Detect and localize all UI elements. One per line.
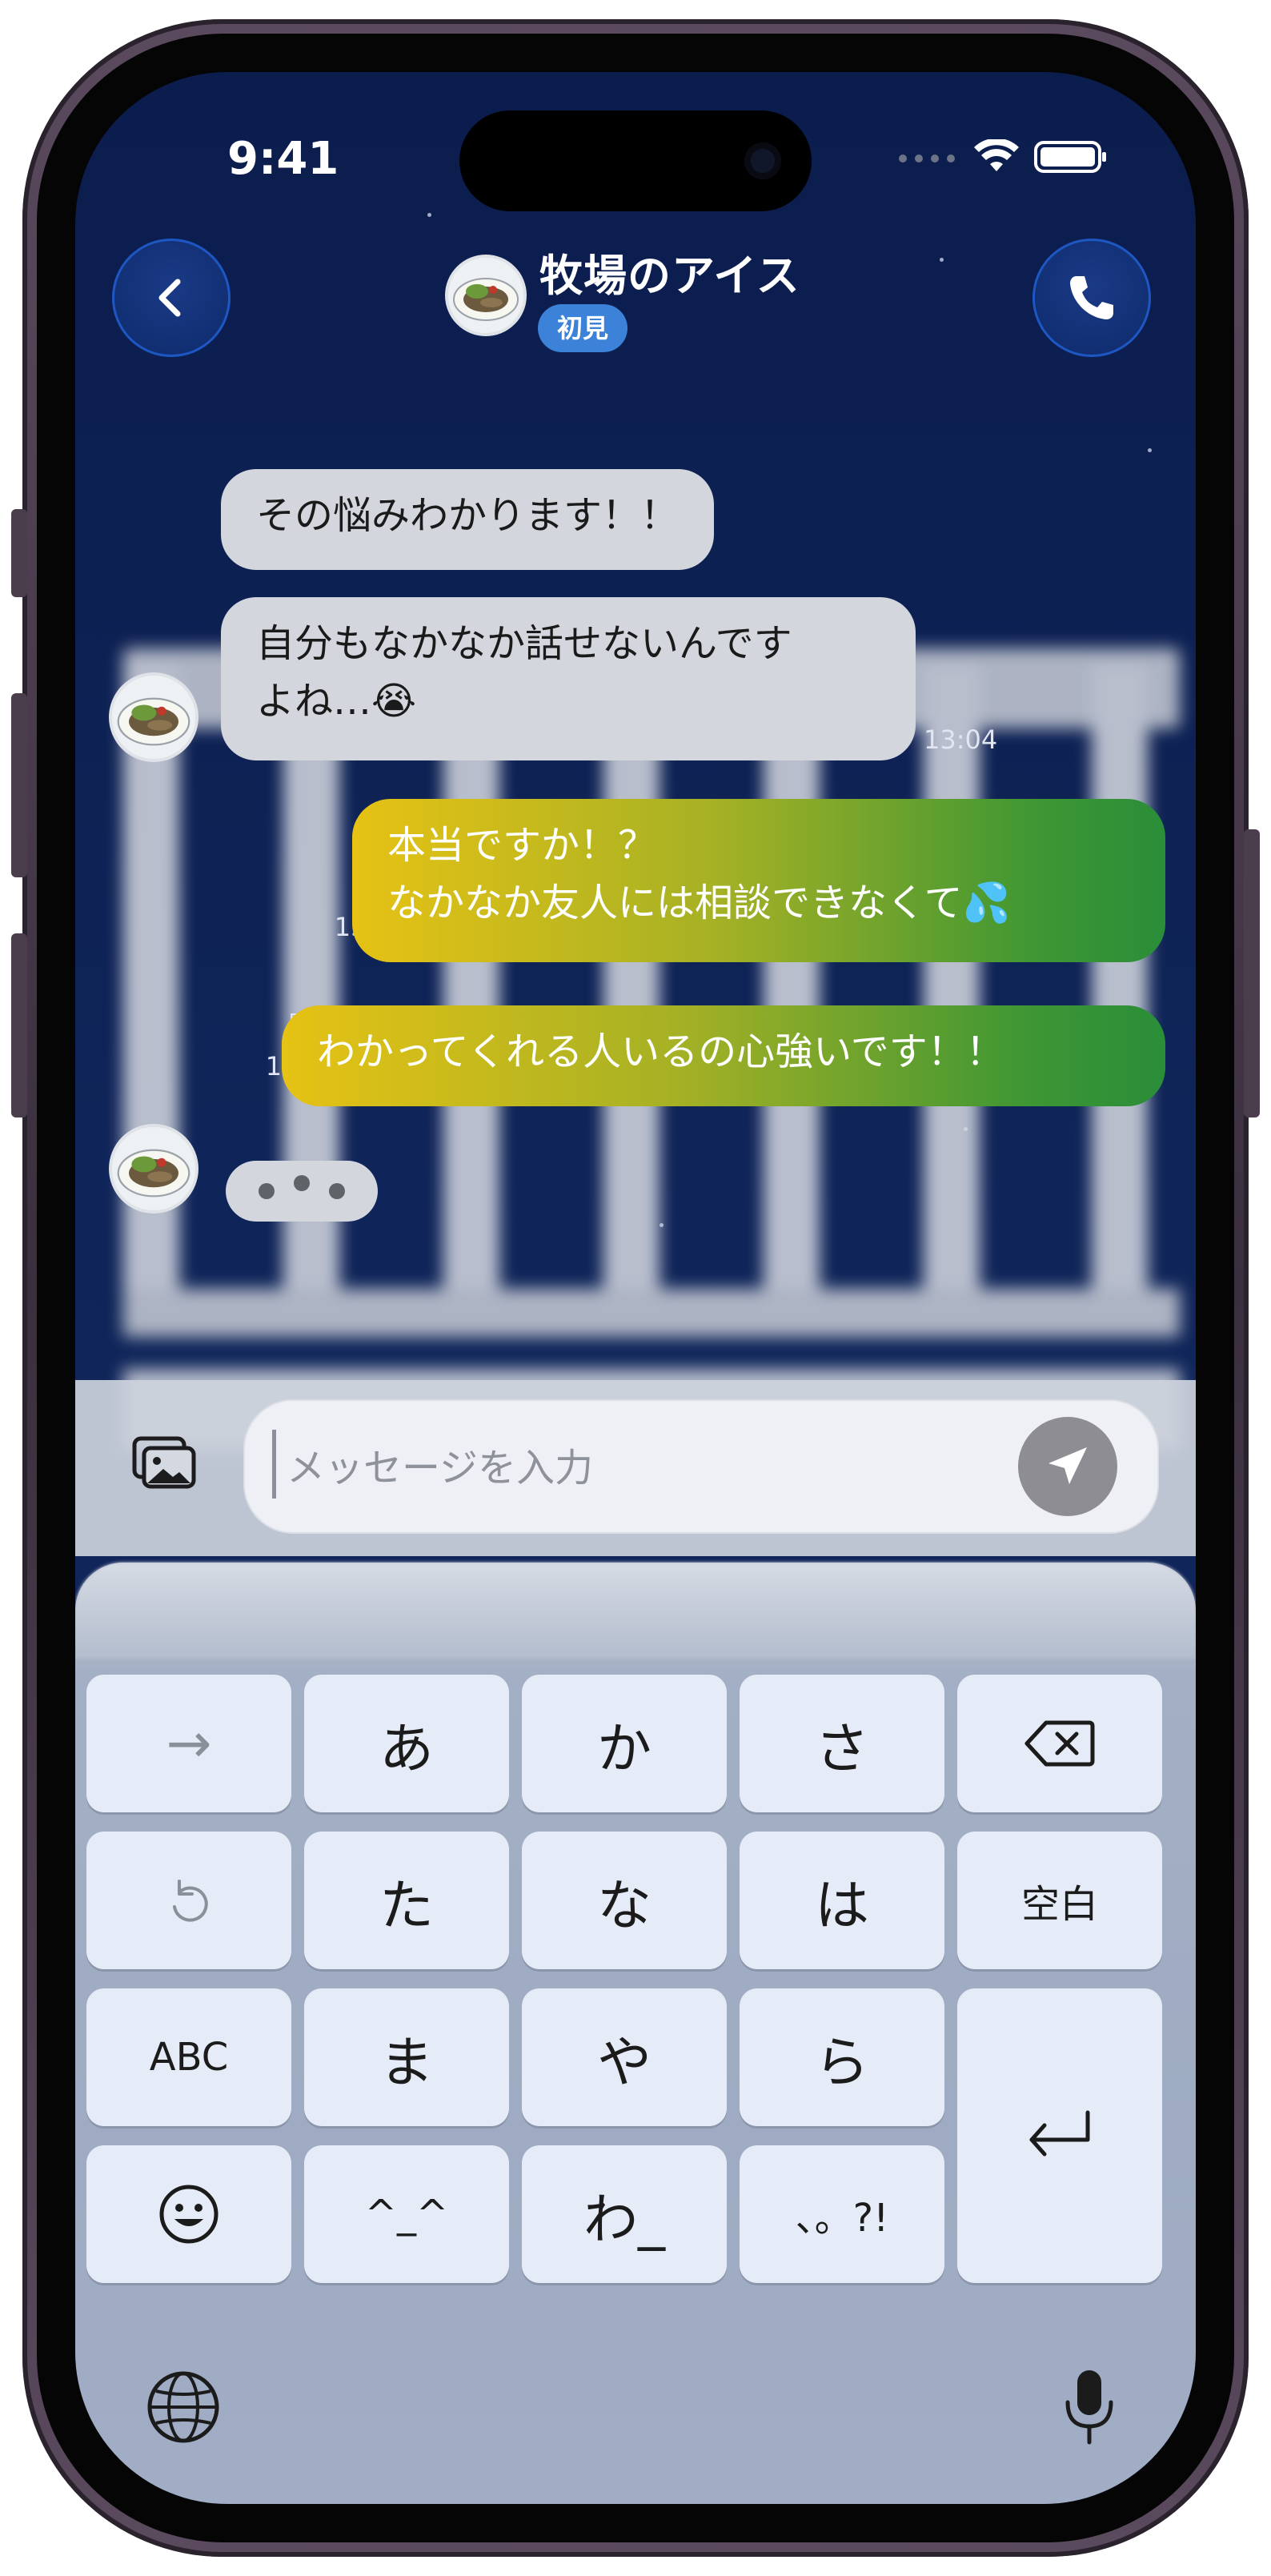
message-text-line: 本当ですか！？ bbox=[387, 823, 657, 868]
send-button[interactable] bbox=[1018, 1417, 1117, 1516]
globe-button[interactable] bbox=[139, 2363, 227, 2451]
key-wa[interactable]: わ_ bbox=[522, 2145, 727, 2283]
backspace-icon bbox=[1024, 1720, 1095, 1767]
message-avatar[interactable] bbox=[112, 676, 195, 759]
key-punctuation[interactable]: 、。?! bbox=[740, 2145, 944, 2283]
key-undo[interactable] bbox=[86, 1832, 291, 1969]
message-text: その悩みわかります！！ bbox=[256, 493, 680, 538]
status-time: 9:41 bbox=[227, 133, 339, 185]
message-text-line: 自分もなかなか話せないんです bbox=[256, 621, 792, 666]
status-badge: 初見 bbox=[538, 304, 628, 352]
smiley-icon bbox=[159, 2185, 219, 2244]
key-backspace[interactable] bbox=[957, 1675, 1162, 1812]
message-bubble-incoming[interactable]: 自分もなかなか話せないんです よね…😭 bbox=[221, 597, 916, 760]
typing-indicator bbox=[226, 1161, 378, 1222]
paper-plane-icon bbox=[1048, 1447, 1087, 1484]
power-button bbox=[1244, 829, 1260, 1117]
message-text-line: よね… bbox=[256, 679, 372, 724]
message-timestamp: 13:04 bbox=[924, 724, 998, 755]
undo-icon bbox=[173, 1880, 208, 1922]
text-caret bbox=[272, 1430, 276, 1499]
key-sa[interactable]: さ bbox=[740, 1675, 944, 1812]
crying-face-emoji: 😭 bbox=[371, 679, 417, 724]
message-bubble-incoming[interactable]: その悩みわかります！！ bbox=[221, 469, 715, 570]
message-avatar[interactable] bbox=[112, 1127, 195, 1210]
key-ma[interactable]: ま bbox=[304, 1988, 509, 2126]
food-photo-icon bbox=[448, 258, 523, 333]
dictation-button[interactable] bbox=[1045, 2363, 1133, 2451]
volume-down-button bbox=[11, 933, 27, 1117]
phone-icon bbox=[1070, 276, 1113, 319]
key-abc[interactable]: ABC bbox=[86, 1988, 291, 2126]
key-na[interactable]: な bbox=[522, 1832, 727, 1969]
sweat-droplets-emoji: 💦 bbox=[962, 881, 1011, 925]
keyboard-suggestion-bar bbox=[75, 1563, 1196, 1659]
globe-icon bbox=[147, 2371, 219, 2443]
message-bubble-outgoing[interactable]: わかってくれる人いるの心強いです！！ bbox=[282, 1005, 1165, 1106]
key-return[interactable] bbox=[957, 1988, 1162, 2283]
typing-dot bbox=[259, 1183, 275, 1199]
photo-library-icon bbox=[132, 1436, 196, 1489]
message-bubble-outgoing[interactable]: 本当ですか！？ なかなか友人には相談できなくて💦 bbox=[352, 799, 1165, 962]
message-text-line: なかなか友人には相談できなくて bbox=[387, 881, 963, 925]
photo-button[interactable] bbox=[123, 1422, 206, 1505]
screen: 9:41 牧場のアイス 初見 その悩みわかります！！ 自分もなかなか話せないんで… bbox=[75, 72, 1196, 2504]
key-ya[interactable]: や bbox=[522, 1988, 727, 2126]
message-input-placeholder: メッセージを入力 bbox=[287, 1446, 594, 1491]
volume-up-button bbox=[11, 693, 27, 877]
chevron-left-icon bbox=[158, 279, 181, 317]
status-icons bbox=[896, 139, 1108, 175]
key-ta[interactable]: た bbox=[304, 1832, 509, 1969]
food-photo-icon bbox=[112, 676, 195, 759]
key-ra[interactable]: ら bbox=[740, 1988, 944, 2126]
contact-avatar[interactable] bbox=[448, 258, 523, 333]
call-button[interactable] bbox=[1032, 239, 1151, 357]
key-kaomoji[interactable]: ^_^ bbox=[304, 2145, 509, 2283]
battery-icon bbox=[1034, 141, 1106, 173]
key-ka[interactable]: か bbox=[522, 1675, 727, 1812]
food-photo-icon bbox=[112, 1127, 195, 1210]
wifi-icon bbox=[974, 139, 1019, 171]
signal-icon bbox=[899, 154, 955, 163]
key-space[interactable]: 空白 bbox=[957, 1832, 1162, 1969]
typing-dot bbox=[294, 1175, 310, 1191]
key-next[interactable]: → bbox=[86, 1675, 291, 1812]
contact-name: 牧場のアイス bbox=[539, 251, 800, 301]
microphone-icon bbox=[1065, 2370, 1113, 2445]
return-icon bbox=[1029, 2110, 1090, 2157]
back-button[interactable] bbox=[112, 239, 231, 357]
action-button bbox=[11, 509, 27, 597]
key-emoji[interactable] bbox=[86, 2145, 291, 2283]
front-camera bbox=[744, 142, 781, 179]
typing-dot bbox=[329, 1183, 345, 1199]
key-a[interactable]: あ bbox=[304, 1675, 509, 1812]
key-ha[interactable]: は bbox=[740, 1832, 944, 1969]
message-text: わかってくれる人いるの心強いです！！ bbox=[317, 1029, 1004, 1074]
